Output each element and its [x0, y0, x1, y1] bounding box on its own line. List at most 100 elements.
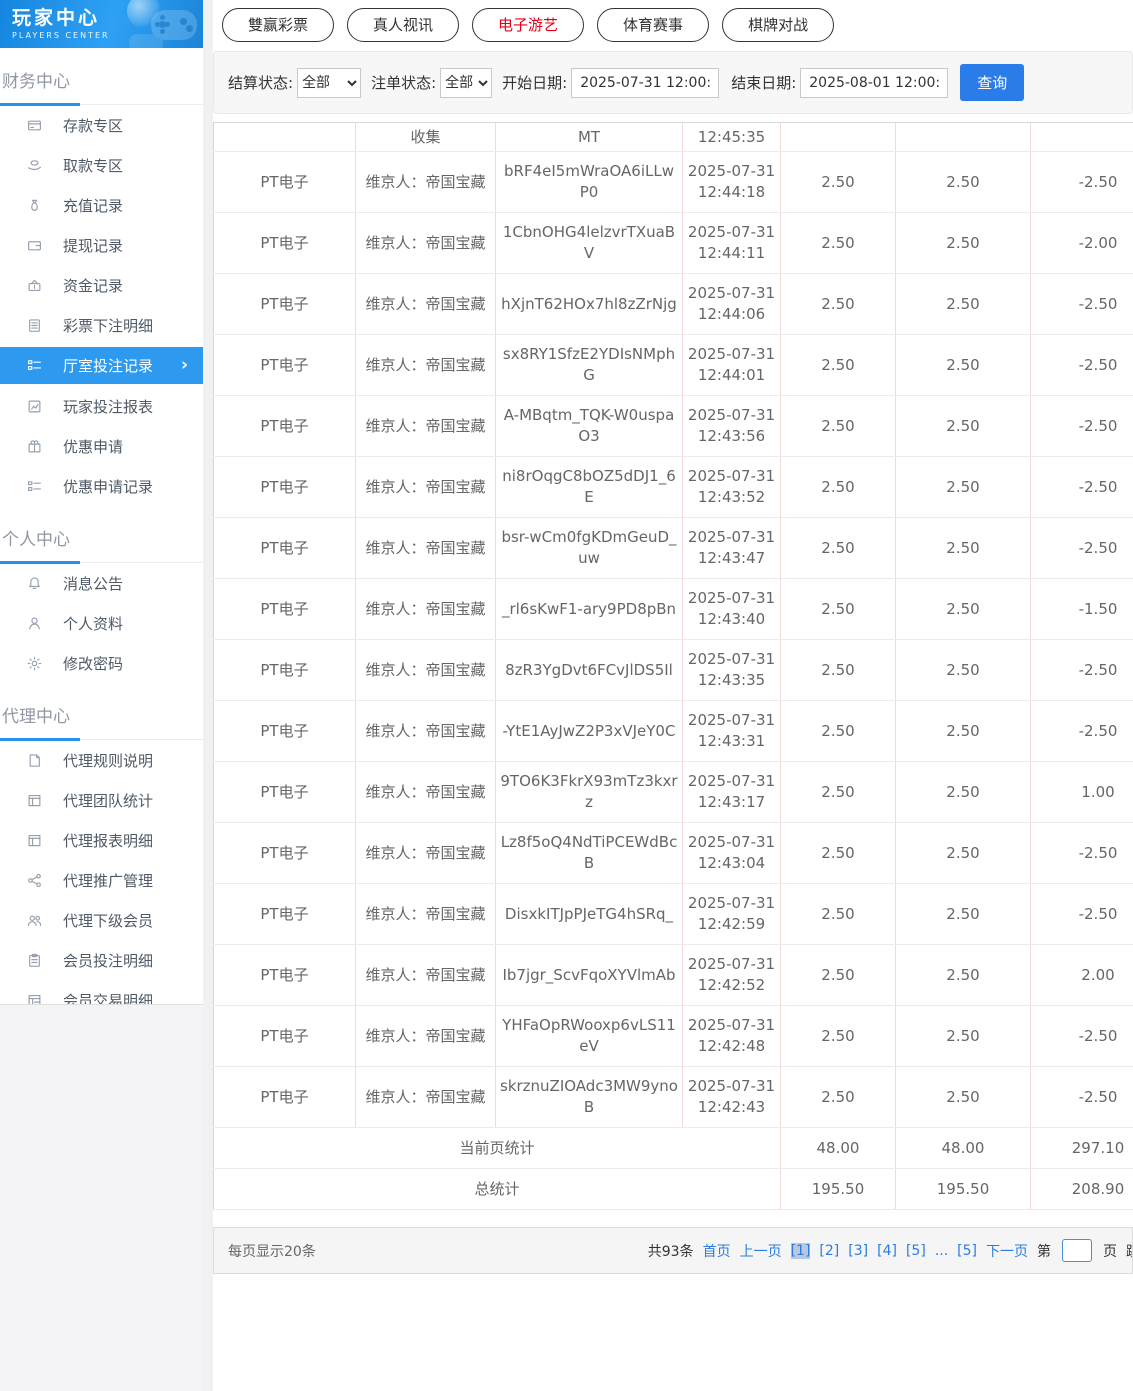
- cell-game-type: PT电子: [214, 640, 356, 701]
- cell-time: 2025-07-3112:44:11: [683, 213, 781, 274]
- page-link-5[interactable]: [5]: [906, 1243, 926, 1259]
- sidebar-item-profile[interactable]: 个人资料: [0, 603, 203, 643]
- cell-win-loss: -2.50: [1031, 884, 1133, 945]
- cell-game-name: 维京人：帝国宝藏: [356, 884, 496, 945]
- cell-win-loss: 2.00: [1031, 945, 1133, 1006]
- page-ellipsis: ...: [935, 1243, 948, 1259]
- sidebar-item-deposit-area[interactable]: 存款专区: [0, 105, 203, 145]
- cell-game-type: PT电子: [214, 396, 356, 457]
- sidebar-item-change-password[interactable]: 修改密码: [0, 643, 203, 683]
- page-link-3[interactable]: [3]: [848, 1243, 868, 1259]
- table-row: PT电子维京人：帝国宝藏A-MBqtm_TQK-W0uspaO32025-07-…: [214, 396, 1133, 457]
- sidebar-item-hall-bet-records[interactable]: 厅室投注记录›: [0, 347, 203, 384]
- cell-game-name: 收集: [356, 123, 496, 152]
- sidebar-item-agent-promotion[interactable]: 代理推广管理: [0, 860, 203, 900]
- sidebar-item-promo-apply[interactable]: 优惠申请: [0, 426, 203, 466]
- sidebar-item-player-bet-report[interactable]: 玩家投注报表: [0, 386, 203, 426]
- sidebar-item-withdraw-area[interactable]: 取款专区: [0, 145, 203, 185]
- pagination-controls: 共93条 首页 上一页 [1][2][3][4][5]...[5] 下一页 第 …: [648, 1239, 1133, 1262]
- cell-win-loss: -2.50: [1031, 396, 1133, 457]
- order-status-label: 注单状态:: [371, 72, 436, 93]
- sidebar-item-withdrawal-records[interactable]: 提现记录: [0, 225, 203, 265]
- sidebar-item-member-transaction-details[interactable]: 会员交易明细: [0, 980, 203, 1005]
- sidebar-item-agent-sub-members[interactable]: 代理下级会员: [0, 900, 203, 940]
- table-row: PT电子维京人：帝国宝藏9TO6K3FkrX93mTz3kxrz2025-07-…: [214, 762, 1133, 823]
- cell-order-id: ni8rOqgC8bOZ5dDJ1_6E: [496, 457, 683, 518]
- tab-棋牌对战[interactable]: 棋牌对战: [722, 8, 834, 42]
- cell-time: 2025-07-3112:43:56: [683, 396, 781, 457]
- cell-game-type: [214, 123, 356, 152]
- table-row: PT电子维京人：帝国宝藏_rl6sKwF1-ary9PD8pBn2025-07-…: [214, 579, 1133, 640]
- cell-order-id: skrznuZIOAdc3MW9ynoB: [496, 1067, 683, 1128]
- table-row: PT电子维京人：帝国宝藏Ib7jgr_ScvFqoXYVlmAb2025-07-…: [214, 945, 1133, 1006]
- first-page-link[interactable]: 首页: [703, 1241, 731, 1261]
- tab-电子游艺[interactable]: 电子游艺: [472, 8, 584, 42]
- summary-bet-amount: 48.00: [781, 1128, 896, 1169]
- sidebar-item-announcements[interactable]: 消息公告: [0, 563, 203, 603]
- page-link-1[interactable]: [1]: [791, 1243, 811, 1259]
- tab-体育赛事[interactable]: 体育赛事: [597, 8, 709, 42]
- cell-game-name: 维京人：帝国宝藏: [356, 396, 496, 457]
- sidebar-item-label: 优惠申请: [63, 436, 123, 457]
- cell-order-id: _rl6sKwF1-ary9PD8pBn: [496, 579, 683, 640]
- cell-game-name: 维京人：帝国宝藏: [356, 1006, 496, 1067]
- table-row: PT电子维京人：帝国宝藏DisxkITJpPJeTG4hSRq_2025-07-…: [214, 884, 1133, 945]
- jump-page-input[interactable]: [1062, 1239, 1092, 1262]
- withdrawal-records-icon: [27, 238, 42, 253]
- sidebar-item-label: 消息公告: [63, 573, 123, 594]
- page-link-4[interactable]: [4]: [877, 1243, 897, 1259]
- start-date-input[interactable]: [571, 68, 719, 98]
- cell-game-type: PT电子: [214, 152, 356, 213]
- tab-雙赢彩票[interactable]: 雙赢彩票: [222, 8, 334, 42]
- table-row: PT电子维京人：帝国宝藏Lz8f5oQ4NdTiPCEWdBcB2025-07-…: [214, 823, 1133, 884]
- cell-order-id: 9TO6K3FkrX93mTz3kxrz: [496, 762, 683, 823]
- cell-order-id: YHFaOpRWooxp6vLS11eV: [496, 1006, 683, 1067]
- sidebar-item-recharge-records[interactable]: 充值记录: [0, 185, 203, 225]
- chevron-right-icon: ›: [181, 357, 188, 374]
- bell-icon: [27, 576, 42, 591]
- next-page-link[interactable]: 下一页: [986, 1241, 1028, 1261]
- gear-icon: [27, 656, 42, 671]
- sidebar-item-label: 个人资料: [63, 613, 123, 634]
- page-link-5[interactable]: [5]: [957, 1243, 977, 1259]
- cell-win-loss: -2.50: [1031, 274, 1133, 335]
- per-page-label: 每页显示20条: [228, 1241, 316, 1261]
- sidebar-item-label: 彩票下注明细: [63, 315, 153, 336]
- prev-page-link[interactable]: 上一页: [740, 1241, 782, 1261]
- section-title: 个人中心: [0, 516, 203, 563]
- cell-order-id: bsr-wCm0fgKDmGeuD_uw: [496, 518, 683, 579]
- query-button[interactable]: 查询: [960, 64, 1024, 101]
- sidebar-item-promo-apply-records[interactable]: 优惠申请记录: [0, 466, 203, 506]
- tab-真人视讯[interactable]: 真人视讯: [347, 8, 459, 42]
- order-status-select[interactable]: 全部: [440, 68, 492, 98]
- cell-win-loss: -2.50: [1031, 640, 1133, 701]
- end-date-input[interactable]: [800, 68, 948, 98]
- summary-valid-bet: 195.50: [896, 1169, 1031, 1210]
- cell-valid-bet: 2.50: [896, 1067, 1031, 1128]
- jump-suffix-label: 页: [1103, 1241, 1117, 1261]
- cell-game-type: PT电子: [214, 274, 356, 335]
- sidebar-item-lottery-bet-details[interactable]: 彩票下注明细: [0, 305, 203, 345]
- sidebar-item-agent-rules[interactable]: 代理规则说明: [0, 740, 203, 780]
- sidebar-item-label: 会员投注明细: [63, 950, 153, 971]
- cell-bet-amount: 2.50: [781, 335, 896, 396]
- table-row: PT电子维京人：帝国宝藏hXjnT62HOx7hl8zZrNjg2025-07-…: [214, 274, 1133, 335]
- filter-bar: 结算状态: 全部 注单状态: 全部 开始日期: 结束日期: 查询: [213, 51, 1133, 114]
- cell-win-loss: -2.50: [1031, 823, 1133, 884]
- settle-status-select[interactable]: 全部: [297, 68, 361, 98]
- cell-game-name: 维京人：帝国宝藏: [356, 823, 496, 884]
- page-link-2[interactable]: [2]: [819, 1243, 839, 1259]
- sidebar-item-agent-report-details[interactable]: 代理报表明细: [0, 820, 203, 860]
- sidebar-item-member-bet-details[interactable]: 会员投注明细: [0, 940, 203, 980]
- cell-valid-bet: 2.50: [896, 579, 1031, 640]
- cell-bet-amount: 2.50: [781, 701, 896, 762]
- cell-valid-bet: 2.50: [896, 945, 1031, 1006]
- cell-win-loss: -2.50: [1031, 152, 1133, 213]
- cell-order-id: Lz8f5oQ4NdTiPCEWdBcB: [496, 823, 683, 884]
- sidebar-item-agent-team-stats[interactable]: 代理团队统计: [0, 780, 203, 820]
- sidebar-item-funds-records[interactable]: 资金记录: [0, 265, 203, 305]
- game-category-tabs: 雙赢彩票真人视讯电子游艺体育赛事棋牌对战: [213, 0, 1133, 49]
- cell-time: 2025-07-3112:43:04: [683, 823, 781, 884]
- cell-time: 2025-07-3112:43:17: [683, 762, 781, 823]
- cell-game-name: 维京人：帝国宝藏: [356, 213, 496, 274]
